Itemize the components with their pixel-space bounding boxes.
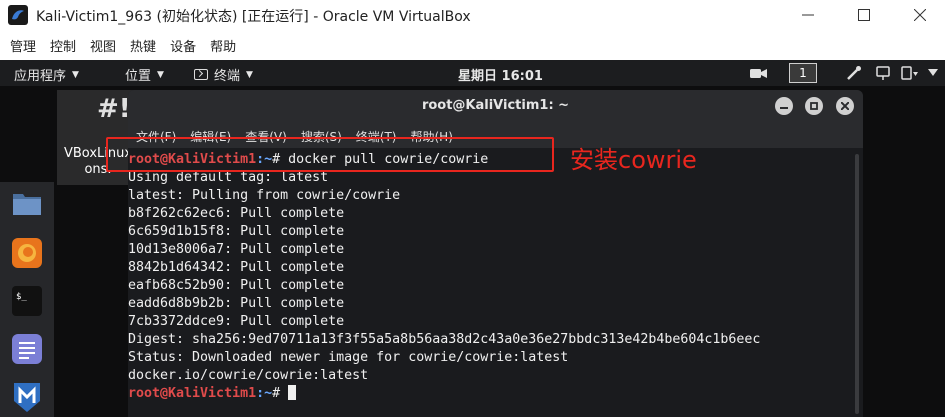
terminal-header: root@KaliVictim1: ~ bbox=[128, 90, 863, 124]
window-title: Kali-Victim1_963 (初始化状态) [正在运行] - Oracle… bbox=[36, 9, 471, 25]
close-button[interactable] bbox=[897, 0, 943, 30]
applications-label: 应用程序 bbox=[14, 69, 67, 84]
terminal-icon bbox=[194, 69, 208, 80]
chevron-down-icon: ▼ bbox=[72, 69, 79, 80]
menu-view[interactable]: 视图 bbox=[90, 36, 116, 55]
tool-icon[interactable] bbox=[846, 65, 862, 81]
vbox-titlebar: Kali-Victim1_963 (初始化状态) [正在运行] - Oracle… bbox=[0, 0, 945, 30]
minimize-button[interactable] bbox=[785, 0, 831, 30]
output-line: b8f262c62ec6: Pull complete bbox=[128, 206, 345, 221]
output-line: 6c659d1b15f8: Pull complete bbox=[128, 224, 345, 239]
terminal-icon[interactable]: $_ bbox=[11, 285, 43, 317]
clock[interactable]: 星期日 16:01 bbox=[458, 65, 543, 84]
script-icon: #! bbox=[97, 94, 131, 124]
applications-menu[interactable]: 应用程序 ▼ bbox=[14, 65, 79, 84]
output-line: eadd6d8b9b2b: Pull complete bbox=[128, 296, 345, 311]
terminal-minimize-button[interactable] bbox=[775, 97, 793, 115]
firefox-icon[interactable] bbox=[11, 237, 43, 269]
terminal-output[interactable]: root@KaliVictim1:~# docker pull cowrie/c… bbox=[128, 148, 863, 417]
output-line: Status: Downloaded newer image for cowri… bbox=[128, 350, 569, 365]
dock: $_ bbox=[0, 182, 54, 417]
output-line: 10d13e8006a7: Pull complete bbox=[128, 242, 345, 257]
terminal-app-label: 终端 bbox=[214, 69, 241, 84]
output-line: 8842b1d64342: Pull complete bbox=[128, 260, 345, 275]
svg-text:$_: $_ bbox=[16, 292, 27, 302]
close-icon bbox=[914, 9, 926, 21]
text-cursor bbox=[288, 385, 297, 400]
annotation-highlight-box bbox=[106, 137, 554, 172]
menu-manage[interactable]: 管理 bbox=[10, 36, 36, 55]
prompt-line: root@KaliVictim1:~# bbox=[128, 385, 297, 403]
terminal-maximize-button[interactable] bbox=[805, 97, 823, 115]
power-menu-icon[interactable] bbox=[901, 65, 919, 81]
menu-devices[interactable]: 设备 bbox=[170, 36, 196, 55]
chevron-down-icon: ▼ bbox=[246, 69, 253, 80]
terminal-close-button[interactable] bbox=[836, 97, 854, 115]
output-line: eafb68c52b90: Pull complete bbox=[128, 278, 345, 293]
prompt-symbol: # bbox=[272, 386, 281, 401]
places-menu[interactable]: 位置 ▼ bbox=[125, 65, 164, 84]
metasploit-icon[interactable] bbox=[11, 381, 43, 413]
terminal-app-menu[interactable]: 终端 ▼ bbox=[194, 65, 253, 84]
output-line: latest: Pulling from cowrie/cowrie bbox=[128, 188, 401, 203]
video-camera-icon[interactable] bbox=[750, 66, 768, 80]
output-line: docker.io/cowrie/cowrie:latest bbox=[128, 368, 369, 383]
maximize-button[interactable] bbox=[841, 0, 887, 30]
minimize-icon bbox=[802, 14, 814, 16]
menu-help[interactable]: 帮助 bbox=[210, 36, 236, 55]
terminal-title: root@KaliVictim1: ~ bbox=[421, 98, 570, 113]
files-icon[interactable] bbox=[11, 187, 43, 219]
chevron-down-icon[interactable] bbox=[928, 69, 938, 77]
prompt-user: root@KaliVictim1 bbox=[128, 386, 257, 401]
output-line: Digest: sha256:9ed70711a13f3f55a5a8b56aa… bbox=[128, 332, 761, 347]
places-label: 位置 bbox=[125, 69, 152, 84]
network-icon[interactable] bbox=[876, 65, 890, 81]
terminal-scrollbar[interactable] bbox=[855, 154, 859, 414]
workspace-indicator[interactable]: 1 bbox=[789, 63, 817, 83]
menu-hotkeys[interactable]: 热键 bbox=[130, 36, 156, 55]
guest-display: 应用程序 ▼ 位置 ▼ 终端 ▼ 星期日 16:01 1 #! VBoxLinu… bbox=[0, 60, 945, 417]
chevron-down-icon: ▼ bbox=[157, 69, 164, 80]
gnome-topbar: 应用程序 ▼ 位置 ▼ 终端 ▼ 星期日 16:01 1 bbox=[0, 60, 945, 86]
menu-control[interactable]: 控制 bbox=[50, 36, 76, 55]
annotation-label: 安装cowrie bbox=[570, 146, 697, 174]
maximize-icon bbox=[858, 9, 870, 21]
vbox-menubar: 管理 控制 视图 热键 设备 帮助 bbox=[0, 30, 945, 60]
kali-dragon-icon bbox=[8, 5, 28, 25]
maximize-icon bbox=[810, 102, 818, 110]
minimize-icon bbox=[780, 107, 788, 109]
prompt-path: :~ bbox=[256, 386, 273, 401]
text-editor-icon[interactable] bbox=[11, 333, 43, 365]
close-icon bbox=[841, 102, 849, 110]
output-line: 7cb3372ddce9: Pull complete bbox=[128, 314, 345, 329]
